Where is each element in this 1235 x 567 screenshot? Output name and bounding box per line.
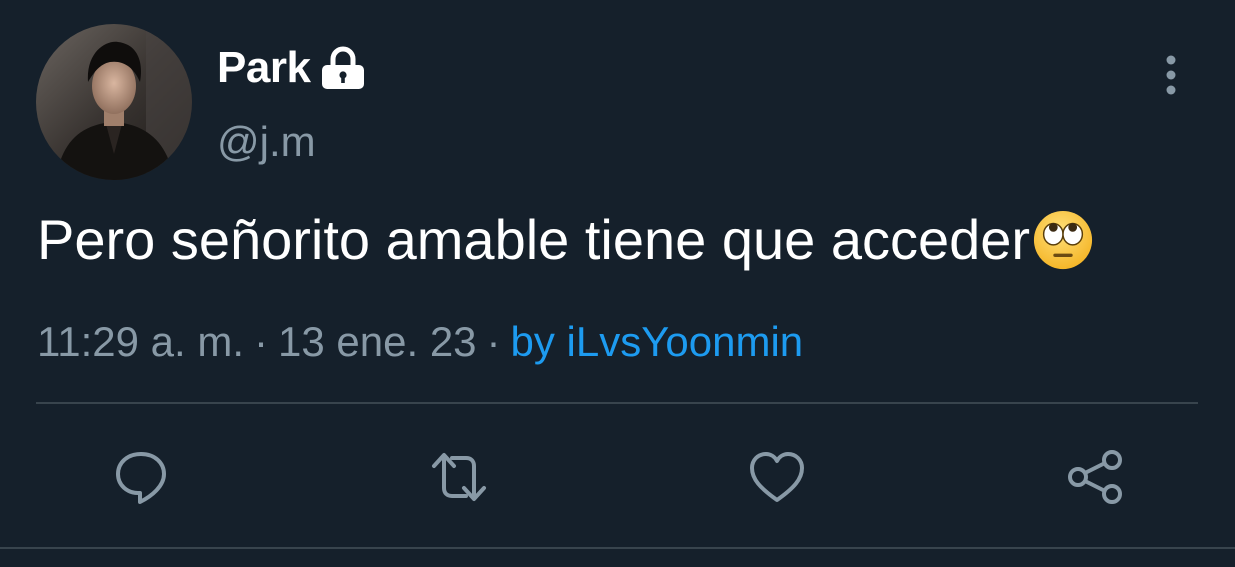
share-icon (1068, 450, 1122, 504)
tweet-meta: 11:29 a. m. · 13 ene. 23 · by iLvsYoonmin (37, 316, 803, 368)
lock-icon (320, 45, 366, 91)
retweet-icon (432, 453, 486, 501)
tweet-body: Pero señorito amable tiene que acceder (37, 208, 1031, 271)
meta-separator: · (486, 318, 501, 365)
like-button[interactable] (746, 446, 808, 508)
tweet-card: Park @j.m Pero señorito amable tiene que… (0, 0, 1235, 567)
avatar[interactable] (36, 24, 192, 180)
meta-separator: · (254, 318, 269, 365)
reply-button[interactable] (110, 446, 172, 508)
tweet-date[interactable]: 13 ene. 23 (278, 318, 477, 365)
author-name-row: Park (217, 42, 366, 94)
more-vertical-icon[interactable] (1158, 54, 1184, 96)
face-with-rolling-eyes-icon (1032, 209, 1094, 271)
retweet-button[interactable] (428, 446, 490, 508)
reply-icon (116, 452, 166, 504)
tweet-source-link[interactable]: by iLvsYoonmin (511, 318, 804, 365)
divider (36, 402, 1198, 404)
display-name[interactable]: Park (217, 43, 311, 93)
heart-icon (750, 452, 804, 502)
user-handle[interactable]: @j.m (217, 118, 316, 166)
tweet-time[interactable]: 11:29 a. m. (37, 318, 244, 365)
share-button[interactable] (1064, 446, 1126, 508)
tweet-text: Pero señorito amable tiene que acceder (37, 204, 1094, 276)
bottom-divider (0, 547, 1235, 549)
